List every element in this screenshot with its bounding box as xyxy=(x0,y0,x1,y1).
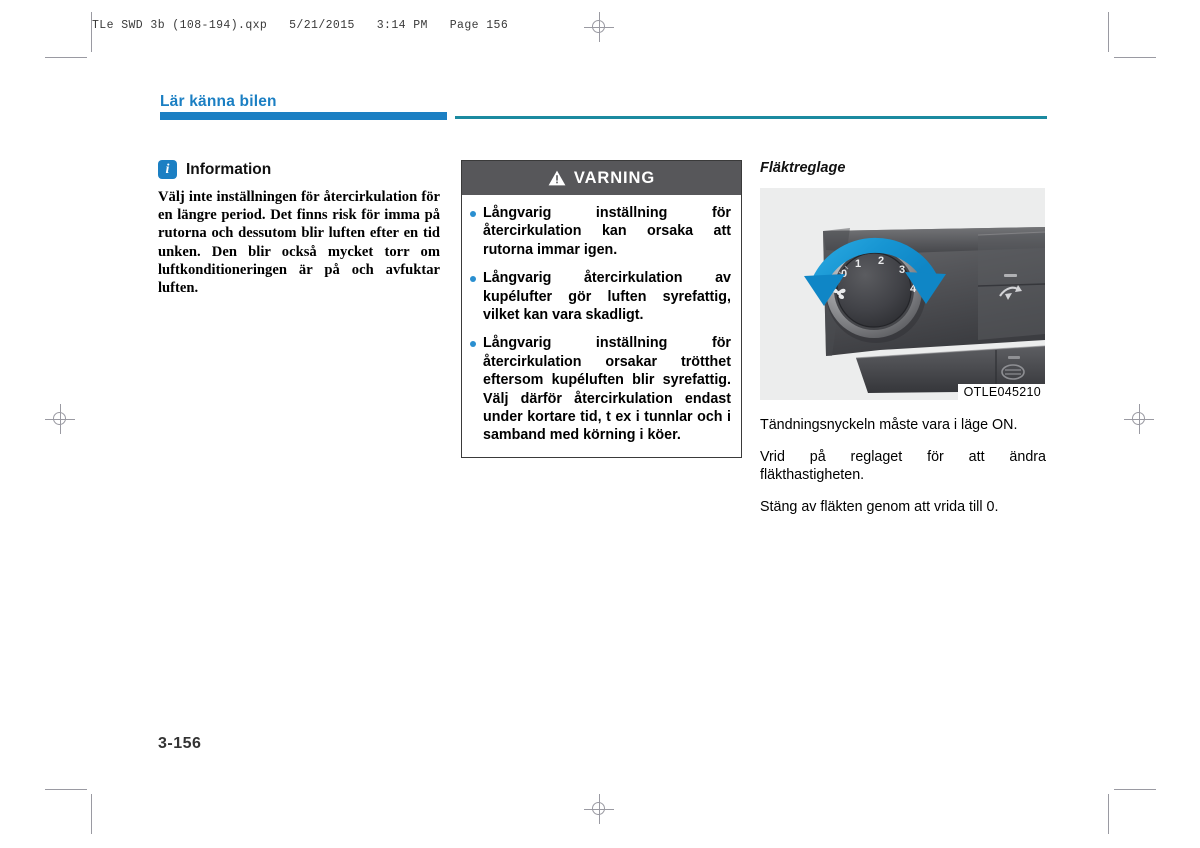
print-file-header: TLe SWD 3b (108-194).qxp 5/21/2015 3:14 … xyxy=(92,19,509,32)
knob-label-3: 3 xyxy=(899,264,905,276)
page-number: 3-156 xyxy=(158,735,202,752)
warning-list: Långvarig inställning för återcirkulatio… xyxy=(462,195,741,457)
warning-column: VARNING Långvarig inställning för återci… xyxy=(461,160,742,458)
chapter-title-bar xyxy=(160,112,447,120)
fan-control-knob-photo: 0 1 2 3 4 OTLE045210 xyxy=(760,188,1045,400)
info-icon: i xyxy=(158,160,177,179)
registration-mark-bottom-center xyxy=(584,794,614,824)
crop-mark-bottom-left-horizontal xyxy=(45,789,87,790)
warning-item-text: Långvarig inställning för återcirkulatio… xyxy=(483,205,731,258)
warning-item-text: Långvarig återcirkulation av kupélufter … xyxy=(483,270,731,324)
registration-mark-top-center xyxy=(584,12,614,42)
warning-triangle-icon xyxy=(548,170,566,186)
section-title-fan-control: Fläktreglage xyxy=(760,160,846,176)
warning-header: VARNING xyxy=(462,161,741,195)
bullet-icon xyxy=(470,341,476,348)
knob-label-1: 1 xyxy=(855,258,861,270)
chapter-title: Lär känna bilen xyxy=(160,93,277,110)
warning-title: VARNING xyxy=(573,168,656,187)
warning-list-item: Långvarig inställning för återcirkulatio… xyxy=(470,204,731,259)
crop-mark-bottom-right-vertical xyxy=(1108,794,1109,834)
figure-caption: OTLE045210 xyxy=(957,384,1045,400)
fan-paragraph: Tändningsnyckeln måste vara i läge ON. xyxy=(760,417,1018,433)
warning-list-item: Långvarig inställning för återcirkulatio… xyxy=(470,334,731,444)
knob-label-2: 2 xyxy=(878,255,884,267)
crop-mark-top-left-horizontal xyxy=(45,57,87,58)
information-title: Information xyxy=(186,160,272,178)
warning-list-item: Långvarig återcirkulation av kupélufter … xyxy=(470,269,731,324)
bullet-icon xyxy=(470,276,476,283)
information-body-text: Välj inte inställningen för återcirkulat… xyxy=(158,189,440,297)
fan-paragraph: Stäng av fläkten genom att vrida till 0. xyxy=(760,499,999,515)
bullet-icon xyxy=(470,211,476,217)
crop-mark-top-right-horizontal xyxy=(1114,57,1156,58)
warning-item-text: Långvarig inställning för återcirkulatio… xyxy=(483,335,731,444)
crop-mark-top-left-vertical xyxy=(91,12,92,52)
warning-box: VARNING Långvarig inställning för återci… xyxy=(461,160,742,458)
fan-control-column: Fläktreglage 0 1 2 3 4 OTLE045210 Tändni… xyxy=(760,160,1046,516)
crop-mark-bottom-right-horizontal xyxy=(1114,789,1156,790)
registration-mark-left-middle xyxy=(45,404,75,434)
fan-paragraph: Vrid på reglaget för att ändra fläkthast… xyxy=(760,449,1046,483)
crop-mark-bottom-left-vertical xyxy=(91,794,92,834)
information-heading: i Information xyxy=(158,160,440,179)
chapter-header-rule xyxy=(455,116,1047,119)
crop-mark-top-right-vertical xyxy=(1108,12,1109,52)
information-column: i Information Välj inte inställningen fö… xyxy=(158,160,440,297)
registration-mark-right-middle xyxy=(1124,404,1154,434)
